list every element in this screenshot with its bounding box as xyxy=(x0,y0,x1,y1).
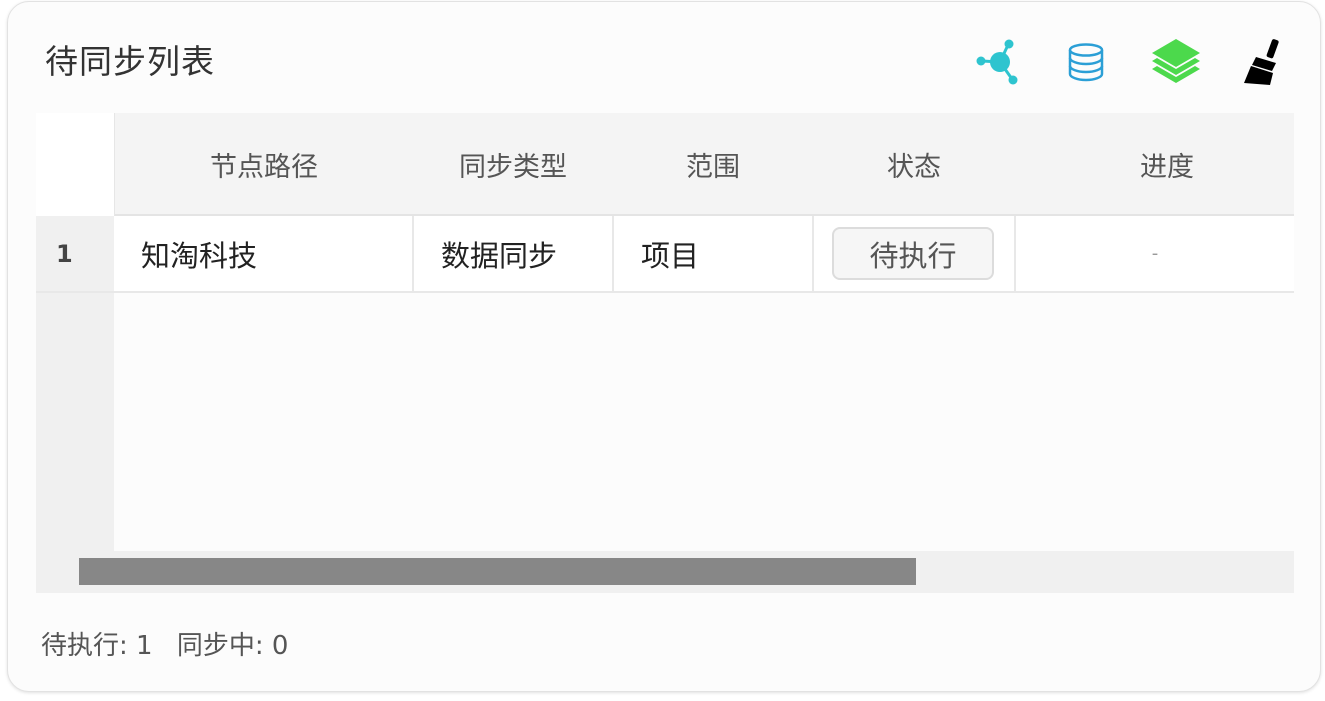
row-number-gutter xyxy=(36,293,114,551)
sync-table: 节点路径 同步类型 范围 状态 进度 1 知淘科技 数据同步 项目 待执行 - xyxy=(36,113,1294,593)
row-number-header xyxy=(36,113,114,216)
panel-title: 待同步列表 xyxy=(45,42,215,81)
column-header-scope[interactable]: 范围 xyxy=(613,113,813,216)
column-header-progress[interactable]: 进度 xyxy=(1015,113,1294,216)
cell-type[interactable]: 数据同步 xyxy=(414,216,614,291)
column-header-path[interactable]: 节点路径 xyxy=(115,113,413,216)
status-button[interactable]: 待执行 xyxy=(832,227,994,280)
table-row[interactable]: 1 知淘科技 数据同步 项目 待执行 - xyxy=(36,216,1294,293)
cell-path[interactable]: 知淘科技 xyxy=(114,216,414,291)
database-icon[interactable] xyxy=(1059,35,1113,89)
status-summary: 待执行: 1 同步中: 0 xyxy=(41,625,304,662)
scrollbar-thumb[interactable] xyxy=(79,558,916,585)
cell-progress: - xyxy=(1151,243,1159,264)
column-header-status[interactable]: 状态 xyxy=(813,113,1015,216)
broom-icon[interactable] xyxy=(1239,35,1293,89)
table-header: 节点路径 同步类型 范围 状态 进度 xyxy=(114,113,1294,216)
horizontal-scrollbar[interactable] xyxy=(36,551,1294,593)
syncing-count: 同步中: 0 xyxy=(176,631,289,661)
row-number: 1 xyxy=(36,216,114,291)
graph-network-icon[interactable] xyxy=(971,35,1025,89)
pending-count: 待执行: 1 xyxy=(41,631,153,661)
cell-scope[interactable]: 项目 xyxy=(614,216,814,291)
layers-icon[interactable] xyxy=(1149,35,1203,89)
column-header-type[interactable]: 同步类型 xyxy=(413,113,613,216)
